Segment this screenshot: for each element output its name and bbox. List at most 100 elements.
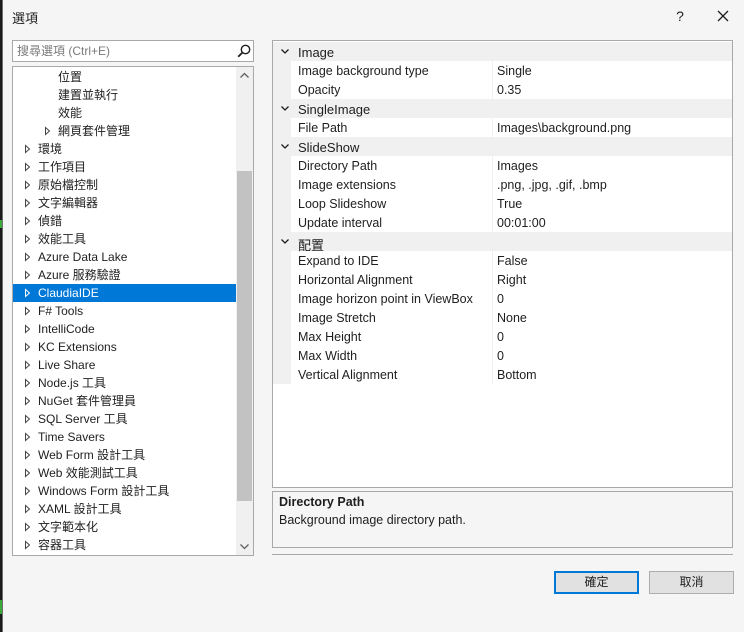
property-row[interactable]: Max Width 0 bbox=[273, 346, 732, 365]
search-input[interactable] bbox=[13, 41, 228, 61]
expand-triangle-icon[interactable] bbox=[23, 446, 33, 464]
category-header[interactable]: Image bbox=[273, 42, 732, 61]
tree-item[interactable]: KC Extensions bbox=[13, 338, 236, 356]
tree-item[interactable]: Windows Form 設計工具 bbox=[13, 482, 236, 500]
tree-item[interactable]: 容器工具 bbox=[13, 536, 236, 554]
tree-item[interactable]: 網頁套件管理 bbox=[13, 122, 236, 140]
tree-item[interactable]: 效能 bbox=[13, 104, 236, 122]
property-row[interactable]: Max Height 0 bbox=[273, 327, 732, 346]
tree-item[interactable]: IntelliCode bbox=[13, 320, 236, 338]
collapse-chevron-icon[interactable] bbox=[279, 137, 291, 156]
property-value[interactable]: 00:01:00 bbox=[497, 216, 546, 230]
column-divider[interactable] bbox=[492, 327, 493, 346]
property-value[interactable]: 0.35 bbox=[497, 83, 521, 97]
property-row[interactable]: Image background type Single bbox=[273, 61, 732, 80]
expand-triangle-icon[interactable] bbox=[23, 392, 33, 410]
property-value[interactable]: Right bbox=[497, 273, 526, 287]
property-row[interactable]: Update interval 00:01:00 bbox=[273, 213, 732, 232]
tree-item[interactable]: F# Tools bbox=[13, 302, 236, 320]
expand-triangle-icon[interactable] bbox=[23, 302, 33, 320]
property-value[interactable]: .png, .jpg, .gif, .bmp bbox=[497, 178, 607, 192]
expand-triangle-icon[interactable] bbox=[23, 140, 33, 158]
expand-triangle-icon[interactable] bbox=[23, 374, 33, 392]
category-header[interactable]: SlideShow bbox=[273, 137, 732, 156]
expand-triangle-icon[interactable] bbox=[23, 176, 33, 194]
expand-triangle-icon[interactable] bbox=[23, 248, 33, 266]
property-row[interactable]: File Path Images\background.png bbox=[273, 118, 732, 137]
expand-triangle-icon[interactable] bbox=[23, 482, 33, 500]
ok-button[interactable]: 確定 bbox=[554, 571, 639, 594]
property-value[interactable]: True bbox=[497, 197, 522, 211]
expand-triangle-icon[interactable] bbox=[23, 464, 33, 482]
close-button[interactable] bbox=[711, 4, 735, 28]
column-divider[interactable] bbox=[492, 80, 493, 99]
collapse-chevron-icon[interactable] bbox=[279, 99, 291, 118]
property-row[interactable]: Loop Slideshow True bbox=[273, 194, 732, 213]
column-divider[interactable] bbox=[492, 156, 493, 175]
expand-triangle-icon[interactable] bbox=[23, 158, 33, 176]
property-row[interactable]: Opacity 0.35 bbox=[273, 80, 732, 99]
scroll-down-icon[interactable] bbox=[236, 538, 253, 555]
tree-item[interactable]: NuGet 套件管理員 bbox=[13, 392, 236, 410]
expand-triangle-icon[interactable] bbox=[23, 230, 33, 248]
property-row[interactable]: Expand to IDE False bbox=[273, 251, 732, 270]
column-divider[interactable] bbox=[492, 194, 493, 213]
help-button[interactable]: ? bbox=[669, 4, 691, 28]
category-header[interactable]: SingleImage bbox=[273, 99, 732, 118]
category-header[interactable]: 配置 bbox=[273, 232, 732, 253]
property-row[interactable]: Vertical Alignment Bottom bbox=[273, 365, 732, 384]
column-divider[interactable] bbox=[492, 175, 493, 194]
tree-item[interactable]: 文字編輯器 bbox=[13, 194, 236, 212]
property-value[interactable]: 0 bbox=[497, 330, 504, 344]
property-row[interactable]: Image extensions .png, .jpg, .gif, .bmp bbox=[273, 175, 732, 194]
tree-item[interactable]: 文字範本化 bbox=[13, 518, 236, 536]
column-divider[interactable] bbox=[492, 118, 493, 137]
property-row[interactable]: Directory Path Images bbox=[273, 156, 732, 175]
column-divider[interactable] bbox=[492, 251, 493, 270]
tree-item[interactable]: Web Form 設計工具 bbox=[13, 446, 236, 464]
search-icon[interactable] bbox=[236, 43, 252, 59]
collapse-chevron-icon[interactable] bbox=[279, 232, 291, 251]
property-value[interactable]: Images\background.png bbox=[497, 121, 631, 135]
expand-triangle-icon[interactable] bbox=[23, 266, 33, 284]
tree-item[interactable]: SQL Server 工具 bbox=[13, 410, 236, 428]
scrollbar-thumb[interactable] bbox=[237, 171, 252, 501]
property-value[interactable]: Single bbox=[497, 64, 532, 78]
property-row[interactable]: Image Stretch None bbox=[273, 308, 732, 327]
expand-triangle-icon[interactable] bbox=[23, 500, 33, 518]
expand-triangle-icon[interactable] bbox=[23, 338, 33, 356]
tree-item[interactable]: 環境 bbox=[13, 140, 236, 158]
expand-triangle-icon[interactable] bbox=[23, 536, 33, 554]
property-value[interactable]: None bbox=[497, 311, 527, 325]
expand-triangle-icon[interactable] bbox=[23, 410, 33, 428]
expand-triangle-icon[interactable] bbox=[23, 518, 33, 536]
property-value[interactable]: Images bbox=[497, 159, 538, 173]
tree-item[interactable]: 偵錯 bbox=[13, 212, 236, 230]
expand-triangle-icon[interactable] bbox=[43, 122, 53, 140]
property-row[interactable]: Image horizon point in ViewBox 0 bbox=[273, 289, 732, 308]
expand-triangle-icon[interactable] bbox=[23, 212, 33, 230]
property-value[interactable]: 0 bbox=[497, 349, 504, 363]
tree-item[interactable]: Azure 服務驗證 bbox=[13, 266, 236, 284]
tree-item[interactable]: Time Savers bbox=[13, 428, 236, 446]
tree-item[interactable]: Node.js 工具 bbox=[13, 374, 236, 392]
property-value[interactable]: 0 bbox=[497, 292, 504, 306]
expand-triangle-icon[interactable] bbox=[23, 194, 33, 212]
tree-item[interactable]: ClaudiaIDE bbox=[13, 284, 236, 302]
tree-item[interactable]: 位置 bbox=[13, 68, 236, 86]
scroll-up-icon[interactable] bbox=[236, 67, 253, 84]
tree-item[interactable]: Live Share bbox=[13, 356, 236, 374]
expand-triangle-icon[interactable] bbox=[23, 428, 33, 446]
expand-triangle-icon[interactable] bbox=[23, 356, 33, 374]
tree-item[interactable]: Web 效能測試工具 bbox=[13, 464, 236, 482]
tree-item[interactable]: 工作項目 bbox=[13, 158, 236, 176]
column-divider[interactable] bbox=[492, 61, 493, 80]
property-value[interactable]: Bottom bbox=[497, 368, 537, 382]
column-divider[interactable] bbox=[492, 289, 493, 308]
tree-item[interactable]: 效能工具 bbox=[13, 230, 236, 248]
tree-scrollbar[interactable] bbox=[236, 67, 253, 555]
expand-triangle-icon[interactable] bbox=[23, 320, 33, 338]
column-divider[interactable] bbox=[492, 270, 493, 289]
column-divider[interactable] bbox=[492, 346, 493, 365]
tree-item[interactable]: 建置並執行 bbox=[13, 86, 236, 104]
